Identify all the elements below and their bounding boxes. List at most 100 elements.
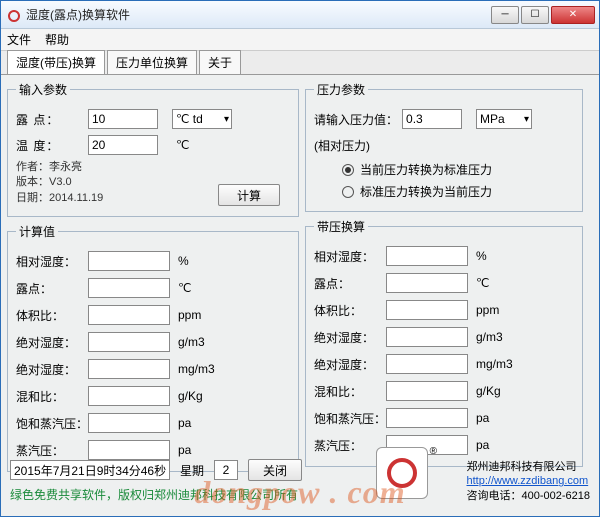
minimize-button[interactable]: ─ [491, 6, 519, 24]
result-value[interactable] [386, 273, 468, 293]
pressure-params-box: 压力参数 请输入压力值： MPa (相对压力) 当前压力转换为标准压力 标准压力… [305, 81, 583, 212]
radio-current-to-std[interactable]: 当前压力转换为标准压力 [342, 161, 574, 178]
result-value[interactable] [88, 413, 170, 433]
result-value[interactable] [386, 327, 468, 347]
result-row: 混和比： g/Kg [314, 379, 574, 403]
company-info: 郑州迪邦科技有限公司 http://www.zzdibang.com 咨询电话：… [466, 460, 590, 503]
result-unit: g/m3 [178, 335, 205, 349]
result-unit: pa [178, 443, 191, 457]
result-value[interactable] [88, 332, 170, 352]
result-label: 相对湿度： [314, 248, 386, 265]
input-params-box: 输入参数 露 点： ℃ td 温 度： ℃ 作者：李永亮 版本：V3.0 日期：… [7, 81, 299, 217]
calculate-button[interactable]: 计算 [218, 184, 280, 206]
result-value[interactable] [88, 278, 170, 298]
result-label: 露点： [314, 275, 386, 292]
tab-pressure-unit[interactable]: 压力单位换算 [107, 50, 197, 74]
result-unit: pa [476, 438, 489, 452]
tab-about[interactable]: 关于 [199, 50, 241, 74]
temp-label: 温 度： [16, 137, 88, 154]
company-url[interactable]: http://www.zzdibang.com [466, 475, 588, 487]
window-title: 湿度(露点)换算软件 [26, 6, 491, 23]
result-row: 绝对湿度：mg/m3 [16, 357, 290, 381]
result-label: 相对湿度： [16, 253, 88, 270]
result-label: 体积比： [314, 302, 386, 319]
footer-bar: 星期 关闭 [10, 459, 302, 481]
meta-info: 作者：李永亮 版本：V3.0 日期：2014.11.19 [16, 160, 103, 206]
result-row: 饱和蒸汽压： pa [16, 411, 290, 435]
calc-values-legend: 计算值 [16, 223, 58, 240]
result-value[interactable] [386, 300, 468, 320]
result-unit: pa [476, 411, 489, 425]
radio-icon [342, 186, 354, 198]
maximize-button[interactable]: ☐ [521, 6, 549, 24]
result-label: 体积比： [16, 307, 88, 324]
pressure-params-legend: 压力参数 [314, 81, 368, 98]
pressure-prompt: 请输入压力值： [314, 111, 398, 128]
result-row: 露点： ℃ [314, 271, 574, 295]
result-row: 饱和蒸汽压： pa [314, 406, 574, 430]
result-unit: pa [178, 416, 191, 430]
result-label: 露点： [16, 280, 88, 297]
result-value[interactable] [88, 359, 170, 379]
app-icon [5, 7, 21, 23]
close-app-button[interactable]: 关闭 [248, 459, 302, 481]
content: 输入参数 露 点： ℃ td 温 度： ℃ 作者：李永亮 版本：V3.0 日期：… [1, 75, 599, 478]
result-unit: ppm [178, 308, 201, 322]
tab-humidity[interactable]: 湿度(带压)换算 [7, 50, 105, 74]
menu-file[interactable]: 文件 [7, 31, 31, 48]
temp-unit: ℃ [176, 138, 189, 152]
press-calc-legend: 带压换算 [314, 218, 368, 235]
result-value[interactable] [386, 354, 468, 374]
dew-input[interactable] [88, 109, 158, 129]
result-value[interactable] [88, 440, 170, 460]
result-unit: g/Kg [476, 384, 501, 398]
result-label: 绝对湿度： [314, 329, 386, 346]
week-value [214, 460, 238, 480]
week-label: 星期 [180, 462, 204, 479]
pressure-unit-select[interactable]: MPa [476, 109, 532, 129]
menu-help[interactable]: 帮助 [45, 31, 69, 48]
company-tel: 400-002-6218 [521, 490, 590, 502]
result-unit: mg/m3 [476, 357, 513, 371]
registered-icon: ® [430, 446, 437, 457]
dew-label: 露 点： [16, 111, 88, 128]
result-row: 相对湿度：% [16, 249, 290, 273]
result-label: 饱和蒸汽压： [16, 415, 88, 432]
result-value[interactable] [88, 305, 170, 325]
company-name: 郑州迪邦科技有限公司 [466, 460, 590, 474]
temp-input[interactable] [88, 135, 158, 155]
radio-std-to-current[interactable]: 标准压力转换为当前压力 [342, 183, 574, 200]
pressure-note: (相对压力) [314, 137, 370, 154]
result-label: 混和比： [314, 383, 386, 400]
input-params-legend: 输入参数 [16, 81, 70, 98]
result-row: 蒸汽压：pa [314, 433, 574, 457]
result-label: 饱和蒸汽压： [314, 410, 386, 427]
result-unit: ℃ [178, 281, 191, 295]
result-unit: mg/m3 [178, 362, 215, 376]
app-window: 湿度(露点)换算软件 ─ ☐ ✕ 文件 帮助 湿度(带压)换算 压力单位换算 关… [0, 0, 600, 517]
result-value[interactable] [88, 386, 170, 406]
datetime-display [10, 460, 170, 480]
window-buttons: ─ ☐ ✕ [491, 6, 595, 24]
result-unit: ℃ [476, 276, 489, 290]
radio-icon [342, 164, 354, 176]
result-row: 体积比： ppm [314, 298, 574, 322]
result-row: 露点： ℃ [16, 276, 290, 300]
result-unit: g/m3 [476, 330, 503, 344]
result-value[interactable] [386, 408, 468, 428]
result-unit: ppm [476, 303, 499, 317]
dew-unit-select[interactable]: ℃ td [172, 109, 232, 129]
result-row: 混和比： g/Kg [16, 384, 290, 408]
result-value[interactable] [386, 381, 468, 401]
menubar: 文件 帮助 [1, 29, 599, 51]
result-label: 混和比： [16, 388, 88, 405]
right-column: 压力参数 请输入压力值： MPa (相对压力) 当前压力转换为标准压力 标准压力… [305, 81, 583, 472]
result-unit: g/Kg [178, 389, 203, 403]
close-button[interactable]: ✕ [551, 6, 595, 24]
pressure-input[interactable] [402, 109, 462, 129]
result-label: 绝对湿度： [314, 356, 386, 373]
result-row: 体积比： ppm [16, 303, 290, 327]
copyright-notice: 绿色免费共享软件，版权归郑州迪邦科技有限公司所有 [10, 486, 298, 503]
result-value[interactable] [88, 251, 170, 271]
result-value[interactable] [386, 246, 468, 266]
